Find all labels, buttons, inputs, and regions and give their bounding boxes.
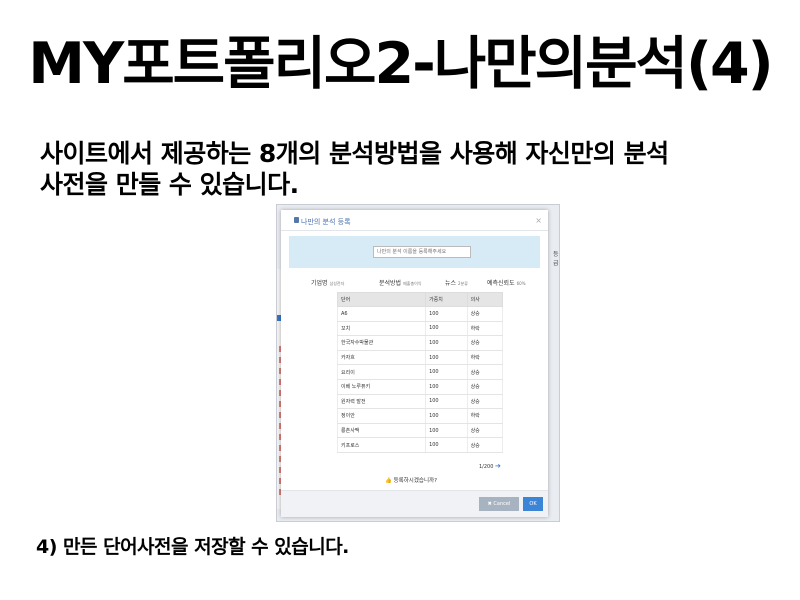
cell-direction: 상승	[466, 437, 504, 453]
dialog-footer: ✖ Cancel OK	[281, 490, 548, 517]
description-line-2: 사전을 만들 수 있습니다.	[40, 170, 299, 199]
table-row[interactable]: 요리이 100 상승	[336, 364, 504, 380]
description-line-1: 사이트에서 제공하는 8개의 분석방법을 사용해 자신만의 분석	[40, 139, 669, 168]
confirm-text: 등록하시겠습니까?	[393, 478, 438, 484]
table-row[interactable]: 룡촌사맥 100 상승	[336, 423, 504, 439]
cell-weight: 100	[425, 321, 468, 337]
analysis-name-band	[289, 236, 540, 268]
table-row[interactable]: 키프로스 100 상승	[336, 437, 504, 453]
cell-word: 한국자수박물관	[336, 335, 427, 351]
cell-weight: 100	[425, 379, 468, 395]
cell-direction: 상승	[466, 423, 504, 439]
cell-direction: 하락	[466, 321, 504, 337]
cell-weight: 100	[425, 335, 468, 351]
table-row[interactable]: 한국자수박물관 100 상승	[336, 335, 504, 351]
cell-word: 정이안	[336, 408, 427, 424]
cell-word: 요리이	[336, 364, 427, 380]
slide-footer: 4) 만든 단어사전을 저장할 수 있습니다.	[36, 536, 349, 558]
cell-direction: 상승	[466, 394, 504, 410]
cell-word: 카자흐	[336, 350, 427, 366]
cancel-icon: ✖	[487, 501, 492, 507]
cell-direction: 하락	[466, 408, 504, 424]
filter-news: 뉴스 2분류	[445, 280, 468, 287]
cell-weight: 100	[425, 306, 468, 322]
header-word: 단어	[336, 292, 427, 307]
embedded-screenshot: 등급 나만의 분석 등록 × 기업명삼성전자 분석방법매출총이익 뉴스2분류 예…	[276, 204, 560, 522]
cell-direction: 상승	[466, 364, 504, 380]
cell-direction: 하락	[466, 350, 504, 366]
dialog-title: 나만의 분석 등록	[301, 218, 351, 226]
slide-title: MY포트폴리오2-나만의분석(4)	[28, 31, 773, 97]
header-weight: 가중치	[425, 292, 468, 307]
cell-direction: 상승	[466, 335, 504, 351]
slide-description: 사이트에서 제공하는 8개의 분석방법을 사용해 자신만의 분석 사전을 만들 …	[40, 138, 780, 200]
table-header-row: 단어 가중치 의사	[336, 292, 504, 307]
pencil-icon	[294, 217, 299, 223]
confirm-message: 👍 등록하시겠습니까?	[385, 476, 437, 484]
close-icon[interactable]: ×	[535, 216, 542, 225]
cell-direction: 상승	[466, 379, 504, 395]
cell-word: A6	[336, 306, 427, 322]
cell-weight: 100	[425, 350, 468, 366]
header-direction: 의사	[466, 292, 504, 307]
filter-summary: 기업명 삼성전자 분석방법 매출총이익 뉴스 2분류 예측신뢰도 60%	[311, 278, 541, 290]
next-page-arrow-icon[interactable]: ➔	[495, 462, 501, 470]
table-row[interactable]: 이베 노루퓨키 100 상승	[336, 379, 504, 395]
table-row[interactable]: 카자흐 100 하락	[336, 350, 504, 366]
cell-word: 키프로스	[336, 437, 427, 453]
table-row[interactable]: 원자력 발전 100 상승	[336, 394, 504, 410]
analysis-name-input[interactable]	[373, 246, 471, 258]
word-dictionary-table: 단어 가중치 의사 A6 100 상승 꼬치 100 하락 한국자수박물관 100 상승 카…	[336, 292, 504, 453]
cell-weight: 100	[425, 394, 468, 410]
cell-weight: 100	[425, 437, 468, 453]
my-analysis-dialog: 나만의 분석 등록 × 기업명삼성전자 분석방법매출총이익 뉴스2분류 예측신뢰…	[281, 210, 548, 517]
cell-weight: 100	[425, 364, 468, 380]
cell-direction: 상승	[466, 306, 504, 322]
cell-word: 룡촌사맥	[336, 423, 427, 439]
cell-weight: 100	[425, 408, 468, 424]
table-row[interactable]: 꼬치 100 하락	[336, 321, 504, 337]
page-indicator: 1/200	[479, 464, 494, 470]
dialog-header: 나만의 분석 등록 ×	[281, 210, 548, 231]
cell-word: 꼬치	[336, 321, 427, 337]
pagination: 1/200 ➔	[479, 462, 501, 470]
filter-method: 분석방법 매출총이익	[379, 280, 422, 287]
thumbs-up-icon: 👍	[385, 478, 392, 484]
filter-company: 기업명 삼성전자	[311, 280, 345, 287]
background-side-label: 등급	[553, 251, 559, 267]
filter-confidence: 예측신뢰도 60%	[487, 280, 526, 287]
cell-weight: 100	[425, 423, 468, 439]
cancel-label: Cancel	[493, 501, 511, 507]
ok-button[interactable]: OK	[523, 497, 543, 511]
table-row[interactable]: A6 100 상승	[336, 306, 504, 322]
cancel-button[interactable]: ✖ Cancel	[479, 497, 519, 511]
cell-word: 원자력 발전	[336, 394, 427, 410]
table-row[interactable]: 정이안 100 하락	[336, 408, 504, 424]
cell-word: 이베 노루퓨키	[336, 379, 427, 395]
